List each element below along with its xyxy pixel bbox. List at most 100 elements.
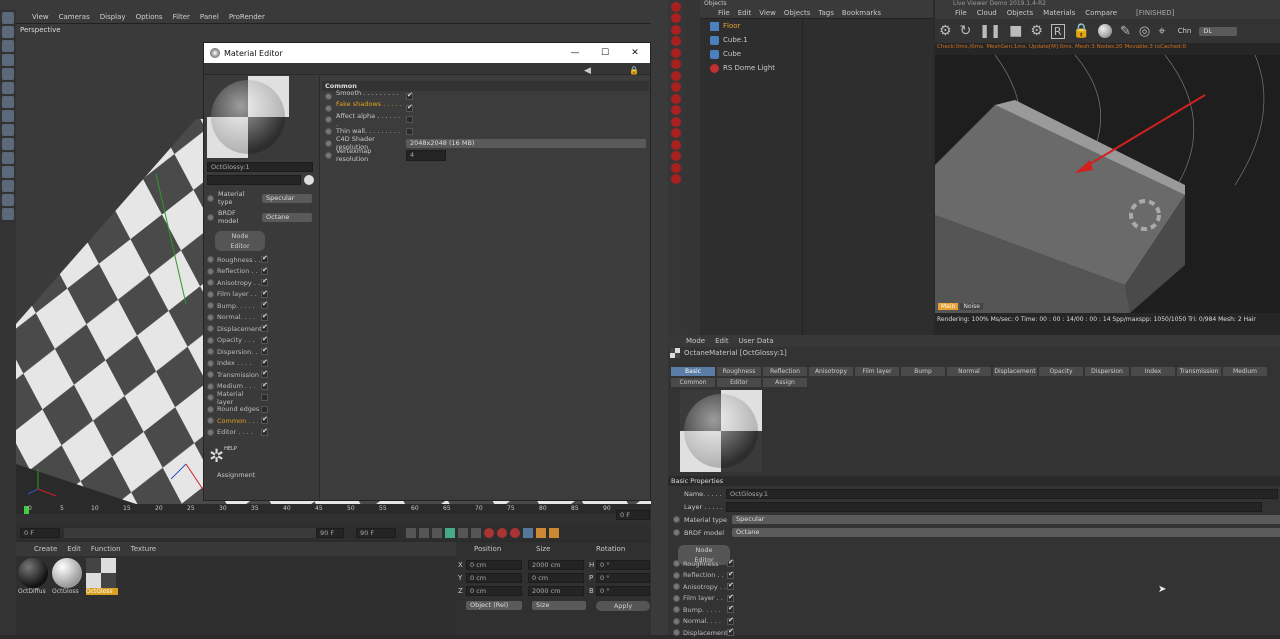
tool-icon[interactable] <box>2 26 14 38</box>
rotate-key-icon[interactable] <box>549 528 559 538</box>
channel-radio[interactable] <box>207 302 214 310</box>
channel-checkbox[interactable] <box>261 323 268 333</box>
material-name-field[interactable]: OctGlossy:1 <box>207 162 313 172</box>
menu-edit[interactable]: Edit <box>67 545 81 553</box>
channel-radio[interactable] <box>207 313 214 321</box>
menu-bookmarks[interactable]: Bookmarks <box>842 9 881 17</box>
tab-normal[interactable]: Normal <box>946 366 992 377</box>
object-row[interactable]: Cube.1 <box>700 33 933 47</box>
channel-checkbox[interactable] <box>261 358 268 367</box>
tab-index[interactable]: Index <box>1130 366 1176 377</box>
tab-medium[interactable]: Medium <box>1222 366 1268 377</box>
back-arrow-icon[interactable]: ◀ <box>584 66 591 76</box>
channel-radio[interactable] <box>673 629 680 637</box>
timeline[interactable]: 0 5 10 15 20 25 30 35 40 45 50 55 60 65 … <box>16 504 651 526</box>
settings-gear-icon[interactable]: ⚙ <box>939 23 952 39</box>
channel-checkbox[interactable] <box>727 627 734 637</box>
menu-create[interactable]: Create <box>34 545 57 553</box>
octane-tool-icon[interactable] <box>671 1 681 12</box>
menu-view[interactable]: View <box>759 9 776 17</box>
channel-checkbox[interactable] <box>727 593 734 602</box>
go-start-icon[interactable] <box>406 528 416 538</box>
attr-menu-edit[interactable]: Edit <box>715 337 729 345</box>
lv-menu-file[interactable]: File <box>955 9 967 17</box>
channel-radio[interactable] <box>207 348 214 356</box>
menu-options[interactable]: Options <box>136 13 163 21</box>
size-y-field[interactable]: 0 cm <box>528 573 584 583</box>
brdf-model-dropdown[interactable]: Octane <box>732 528 1280 537</box>
lv-menu-cloud[interactable]: Cloud <box>977 9 997 17</box>
brdf-model-dropdown[interactable]: Octane <box>262 212 312 222</box>
pin-icon[interactable]: ⌖ <box>1158 24 1165 39</box>
octane-logo-icon[interactable]: ✲ <box>209 446 224 467</box>
menu-prorender[interactable]: ProRender <box>229 13 265 21</box>
channel-checkbox[interactable] <box>727 616 734 625</box>
octane-tool-icon[interactable] <box>671 24 681 35</box>
rotation-b-field[interactable]: 0 ° <box>596 586 650 596</box>
restart-icon[interactable]: ↻ <box>960 23 972 39</box>
layer-field[interactable] <box>726 502 1262 512</box>
menu-display[interactable]: Display <box>100 13 126 21</box>
menu-view[interactable]: View <box>32 13 49 21</box>
channel-radio[interactable] <box>207 394 214 402</box>
channel-checkbox[interactable] <box>261 346 268 356</box>
tool-icon[interactable] <box>2 68 14 80</box>
octane-tool-icon[interactable] <box>671 36 681 46</box>
noise-tag[interactable]: Noise <box>960 303 983 310</box>
channel-radio[interactable] <box>673 571 680 579</box>
channel-radio[interactable] <box>673 594 680 602</box>
lv-menu-objects[interactable]: Objects <box>1007 9 1033 17</box>
timeline-end-field[interactable]: 0 F <box>616 510 650 520</box>
channel-checkbox[interactable] <box>261 254 268 264</box>
autokey-icon[interactable] <box>497 528 507 538</box>
thin-wall-checkbox[interactable] <box>406 127 413 135</box>
tool-icon[interactable] <box>2 194 14 206</box>
channel-radio[interactable] <box>207 382 214 390</box>
coord-mode-dropdown[interactable]: Object (Rel) <box>466 601 522 610</box>
channel-radio[interactable] <box>207 417 214 425</box>
affect-alpha-checkbox[interactable] <box>406 116 413 124</box>
size-x-field[interactable]: 2000 cm <box>528 560 584 570</box>
tab-opacity[interactable]: Opacity <box>1038 366 1084 377</box>
channel-radio[interactable] <box>207 371 214 379</box>
lock-icon[interactable]: 🔒 <box>1073 23 1090 39</box>
channel-checkbox[interactable] <box>261 335 268 344</box>
channel-checkbox[interactable] <box>727 570 734 579</box>
menu-file[interactable]: File <box>718 9 730 17</box>
tab-assign[interactable]: Assign <box>762 377 808 388</box>
menu-panel[interactable]: Panel <box>200 13 219 21</box>
fake-shadows-checkbox[interactable] <box>406 103 413 112</box>
material-search-field[interactable] <box>207 175 301 185</box>
menu-tags[interactable]: Tags <box>818 9 834 17</box>
tab-film-layer[interactable]: Film layer <box>854 366 900 377</box>
object-row[interactable]: Cube <box>700 47 933 61</box>
stop-icon[interactable]: ■ <box>1009 23 1022 39</box>
tool-icon[interactable] <box>2 82 14 94</box>
channel-checkbox[interactable] <box>261 266 268 275</box>
octane-tool-icon[interactable] <box>671 59 681 69</box>
menu-cameras[interactable]: Cameras <box>59 13 90 21</box>
help-label[interactable]: HELP <box>224 446 237 452</box>
tab-common[interactable]: Common <box>670 377 716 388</box>
octane-tool-icon[interactable] <box>671 162 681 173</box>
vertexmap-resolution-radio[interactable] <box>325 151 332 159</box>
tab-transmission[interactable]: Transmission <box>1176 366 1222 377</box>
play-icon[interactable] <box>445 528 455 538</box>
tab-editor[interactable]: Editor <box>716 377 762 388</box>
tool-icon[interactable] <box>2 110 14 122</box>
scale-key-icon[interactable] <box>536 528 546 538</box>
step-back-icon[interactable] <box>419 528 429 538</box>
rotation-p-field[interactable]: 0 ° <box>596 573 650 583</box>
channel-radio[interactable] <box>207 336 214 344</box>
keyframe-icon[interactable] <box>510 528 520 538</box>
channel-checkbox[interactable] <box>261 427 268 436</box>
tool-icon[interactable] <box>2 138 14 150</box>
channel-checkbox[interactable] <box>261 369 268 379</box>
tab-bump[interactable]: Bump <box>900 366 946 377</box>
channel-checkbox[interactable] <box>261 312 268 321</box>
thin-wall-radio[interactable] <box>325 127 332 135</box>
octane-tool-icon[interactable] <box>671 139 681 150</box>
channel-checkbox[interactable] <box>261 415 268 425</box>
channel-checkbox[interactable] <box>261 277 268 287</box>
position-x-field[interactable]: 0 cm <box>466 560 522 570</box>
